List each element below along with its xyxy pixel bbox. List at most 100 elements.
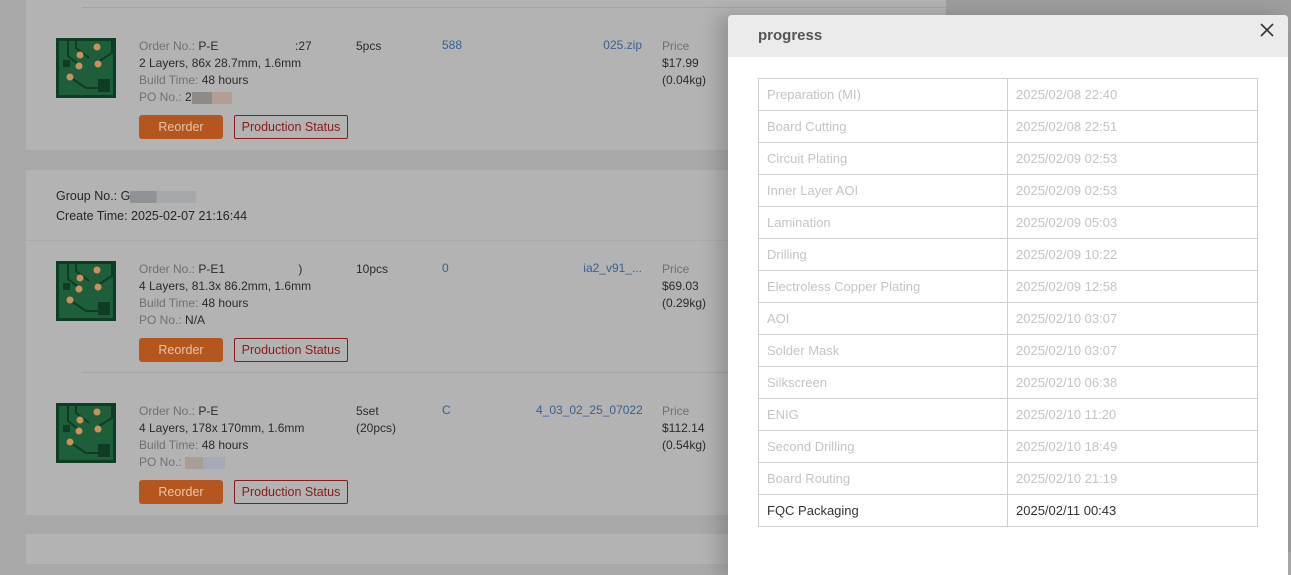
progress-row: Preparation (MI) 2025/02/08 22:40 [758,78,1258,111]
progress-step-time: 2025/02/09 02:53 [1007,174,1258,207]
weight-value: (0.54kg) [662,438,707,452]
price-label: Price [662,262,690,276]
progress-step-name: Drilling [758,238,1008,271]
group-no-label: Group No.: [56,189,118,203]
progress-row: Solder Mask 2025/02/10 03:07 [758,334,1258,367]
progress-step-name: Lamination [758,206,1008,239]
file-link[interactable]: 025.zip [536,38,642,52]
progress-row: Inner Layer AOI 2025/02/09 02:53 [758,174,1258,207]
production-status-button[interactable]: Production Status [234,480,348,504]
order-link[interactable]: 0 [442,261,449,275]
progress-step-name: Solder Mask [758,334,1008,367]
reorder-button[interactable]: Reorder [139,338,223,362]
progress-step-time: 2025/02/08 22:51 [1007,110,1258,143]
quantity-value: 10pcs [356,262,389,276]
build-time: 48 hours [201,296,249,310]
progress-step-name: Board Routing [758,462,1008,495]
progress-step-time: 2025/02/09 02:53 [1007,142,1258,175]
progress-step-name: ENIG [758,398,1008,431]
price-value: $112.14 [662,421,705,435]
progress-row: AOI 2025/02/10 03:07 [758,302,1258,335]
progress-row: Electroless Copper Plating 2025/02/09 12:… [758,270,1258,303]
price-label: Price [662,39,690,53]
close-icon[interactable] [1258,21,1276,39]
create-time-label: Create Time: [56,209,128,223]
weight-value: (0.29kg) [662,296,707,310]
build-time: 48 hours [201,73,249,87]
progress-row: Board Cutting 2025/02/08 22:51 [758,110,1258,143]
redacted-value [191,91,232,104]
progress-step-name: Inner Layer AOI [758,174,1008,207]
progress-row: ENIG 2025/02/10 11:20 [758,398,1258,431]
production-status-button[interactable]: Production Status [234,338,348,362]
price-value: $69.03 [662,279,699,293]
progress-step-time: 2025/02/10 06:38 [1007,366,1258,399]
build-time-label: Build Time: [139,73,199,87]
progress-table: Preparation (MI) 2025/02/08 22:40 Board Cu… [758,78,1258,527]
order-spec: 2 Layers, 86x 28.7mm, 1.6mm [139,56,302,70]
progress-step-name: Preparation (MI) [758,78,1008,111]
production-status-button[interactable]: Production Status [234,115,348,139]
progress-step-time: 2025/02/10 03:07 [1007,302,1258,335]
order-link[interactable]: 588 [442,38,462,52]
progress-step-time: 2025/02/09 05:03 [1007,206,1258,239]
quantity: 5set (20pcs) [356,403,396,437]
group-no: G [120,189,131,203]
order-no: P-E [198,404,219,418]
progress-row: Second Drilling 2025/02/10 18:49 [758,430,1258,463]
build-time-label: Build Time: [139,296,199,310]
po-no: 2 [185,90,192,104]
order-spec: 4 Layers, 81.3x 86.2mm, 1.6mm [139,279,312,293]
redacted-value [130,190,197,203]
file-link[interactable]: 4_03_02_25_07022... [536,403,642,417]
file-link[interactable]: ia2_v91_... [536,261,642,275]
progress-step-name: Circuit Plating [758,142,1008,175]
create-time: 2025-02-07 21:16:44 [131,209,248,223]
reorder-button[interactable]: Reorder [139,480,223,504]
progress-row: Board Routing 2025/02/10 21:19 [758,462,1258,495]
quantity: 5pcs [356,39,382,53]
progress-step-name: Electroless Copper Plating [758,270,1008,303]
order-no: P-E :27 [198,39,312,53]
pcb-thumbnail-icon [56,38,116,98]
quantity-pcs: (20pcs) [356,421,397,435]
weight-value: (0.04kg) [662,73,707,87]
order-info: Order No.: P-E :27 2 Layers, 86x 28.7mm,… [139,38,312,106]
order-link[interactable]: C [442,403,451,417]
price-block: Price $69.03 (0.29kg) [662,261,706,312]
po-no-label: PO No.: [139,455,182,469]
pcb-thumbnail-icon [56,403,116,463]
order-info: Order No.: P-E 4 Layers, 178x 170mm, 1.6… [139,403,304,471]
order-info: Order No.: P-E1 ) 4 Layers, 81.3x 86.2mm… [139,261,311,329]
redacted-value [185,456,226,469]
progress-step-name: AOI [758,302,1008,335]
progress-step-time: 2025/02/11 00:43 [1007,494,1258,527]
price-block: Price $112.14 (0.54kg) [662,403,706,454]
price-block: Price $17.99 (0.04kg) [662,38,706,89]
progress-step-time: 2025/02/10 21:19 [1007,462,1258,495]
price-label: Price [662,404,690,418]
progress-step-name: Second Drilling [758,430,1008,463]
progress-row: Drilling 2025/02/09 10:22 [758,238,1258,271]
po-no-label: PO No.: [139,313,182,327]
order-item: Order No.: P-E1 ) 4 Layers, 81.3x 86.2mm… [56,261,756,371]
divider [82,7,946,8]
progress-step-time: 2025/02/10 11:20 [1007,398,1258,431]
pcb-thumbnail-icon [56,261,116,321]
group-header: Group No.: G Create Time: 2025-02-07 21:… [56,186,247,226]
progress-step-time: 2025/02/09 10:22 [1007,238,1258,271]
progress-step-time: 2025/02/10 18:49 [1007,430,1258,463]
progress-row: Lamination 2025/02/09 05:03 [758,206,1258,239]
progress-step-time: 2025/02/10 03:07 [1007,334,1258,367]
progress-step-name: Board Cutting [758,110,1008,143]
order-no-label: Order No.: [139,39,196,53]
order-item: Order No.: P-E 4 Layers, 178x 170mm, 1.6… [56,403,756,513]
reorder-button[interactable]: Reorder [139,115,223,139]
progress-modal: progress Preparation (MI) 2025/02/08 22:4… [728,15,1288,575]
order-no-label: Order No.: [139,262,196,276]
progress-step-time: 2025/02/08 22:40 [1007,78,1258,111]
progress-row: FQC Packaging 2025/02/11 00:43 [758,494,1258,527]
quantity-value: 5set [356,404,379,418]
order-item: Order No.: P-E :27 2 Layers, 86x 28.7mm,… [56,38,756,148]
modal-header: progress [728,15,1288,57]
